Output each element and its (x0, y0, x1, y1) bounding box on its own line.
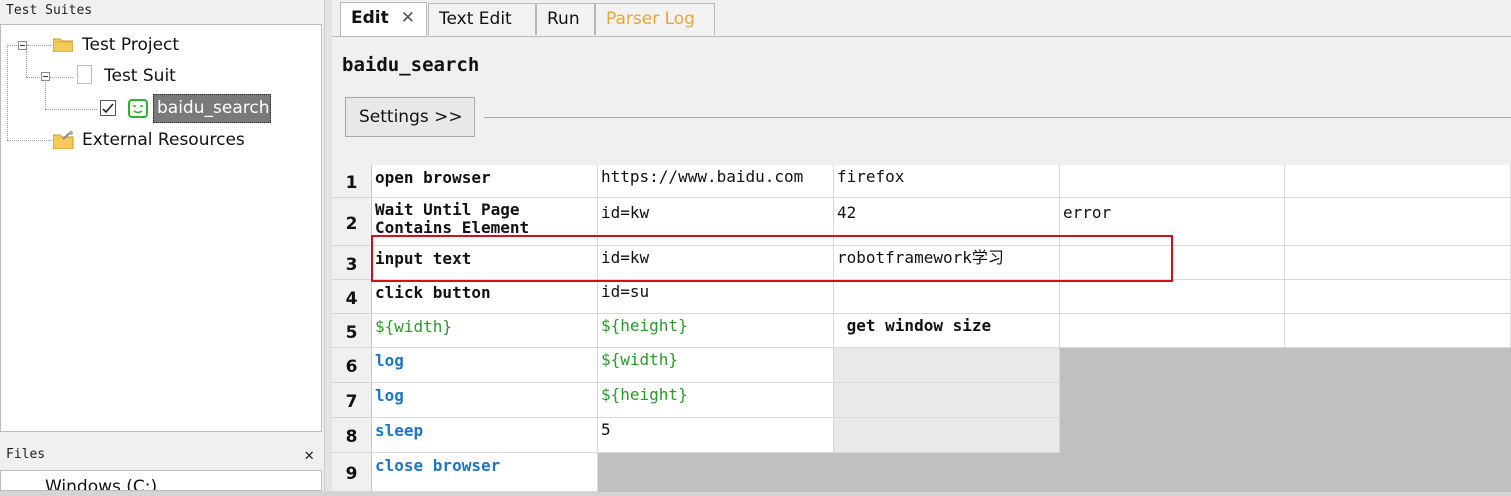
grid-cell[interactable]: input text (372, 246, 598, 280)
tree-line (45, 82, 46, 109)
grid-cell[interactable]: log (372, 383, 598, 418)
row-number[interactable]: 9 (332, 453, 372, 492)
grid-cell[interactable]: ${height} (598, 383, 834, 418)
tree-item-test-suit[interactable]: Test Suit (104, 64, 176, 88)
tree-line (7, 45, 17, 46)
panel-splitter[interactable] (324, 0, 332, 491)
tree-line (49, 77, 73, 78)
tree-item-baidu-search[interactable]: baidu_search (153, 94, 271, 123)
files-title: Files (6, 447, 46, 462)
grid-cell[interactable]: 5 (598, 418, 834, 453)
grid-cell[interactable] (834, 418, 1060, 453)
tree-line (7, 45, 8, 140)
files-header: Files ✕ (0, 441, 322, 469)
tree-item-test-project[interactable]: Test Project (82, 33, 179, 57)
grid-cell[interactable] (1285, 314, 1511, 348)
left-panel: Test Suites Test Project Test Suit Exter… (0, 0, 324, 491)
test-case-icon (128, 99, 148, 118)
grid-cell[interactable] (1060, 165, 1285, 198)
tab-run[interactable]: Run (536, 3, 595, 35)
grid-cell[interactable] (1285, 280, 1511, 314)
tree-item-external-resources[interactable]: External Resources (82, 128, 245, 152)
grid-cell[interactable]: ${height} (598, 314, 834, 348)
folder-icon (53, 38, 73, 52)
grid-cell[interactable]: ${width} (372, 314, 598, 348)
keyword-grid: 1 open browser https://www.baidu.com firefo… (332, 165, 1511, 492)
row-number[interactable]: 8 (332, 418, 372, 453)
grid-cell[interactable]: firefox (834, 165, 1060, 198)
grid-cell[interactable]: ${width} (598, 348, 834, 383)
grid-cell[interactable]: sleep (372, 418, 598, 453)
grid-cell[interactable]: id=kw (598, 198, 834, 246)
tree-line (26, 77, 40, 78)
file-icon (77, 65, 92, 84)
settings-divider (484, 117, 1511, 118)
tab-bar: Edit ✕ Text Edit Run Parser Log (332, 0, 1511, 36)
grid-cell[interactable]: id=su (598, 280, 834, 314)
tab-parser-log[interactable]: Parser Log (595, 3, 715, 35)
checkbox-icon[interactable] (100, 100, 116, 116)
test-suites-header: Test Suites (0, 0, 322, 24)
grid-cell[interactable] (1060, 280, 1285, 314)
grid-cell[interactable]: https://www.baidu.com (598, 165, 834, 198)
tab-edit-label: Edit (351, 8, 389, 28)
grid-cell[interactable] (834, 383, 1060, 418)
suite-tree[interactable]: Test Project Test Suit External Resource… (0, 24, 322, 432)
close-icon[interactable]: ✕ (304, 441, 314, 469)
expand-toggle-suite[interactable] (41, 72, 50, 81)
close-icon[interactable]: ✕ (401, 8, 415, 28)
expand-toggle-project[interactable] (18, 41, 27, 50)
grid-cell[interactable]: Wait Until Page Contains Element (372, 198, 598, 246)
row-number[interactable]: 7 (332, 383, 372, 418)
row-number[interactable]: 4 (332, 280, 372, 314)
right-panel: Edit ✕ Text Edit Run Parser Log baidu_sea… (332, 0, 1511, 492)
grid-cell[interactable] (1285, 165, 1511, 198)
grid-cell[interactable]: close browser (372, 453, 598, 492)
page-title: baidu_search (342, 54, 480, 76)
row-number[interactable]: 1 (332, 165, 372, 198)
grid-cell[interactable]: robotframework学习 (834, 246, 1060, 280)
grid-cell[interactable] (834, 280, 1060, 314)
grid-cell[interactable] (1285, 198, 1511, 246)
tree-line (45, 109, 97, 110)
tab-text-edit-label: Text Edit (439, 9, 512, 29)
files-item-windows-drive[interactable]: Windows (C:) (45, 477, 157, 490)
row-number[interactable]: 3 (332, 246, 372, 280)
tree-line (27, 45, 51, 46)
grid-cell[interactable]: open browser (372, 165, 598, 198)
grid-cell[interactable] (1060, 246, 1285, 280)
grid-cell[interactable] (834, 348, 1060, 383)
row-number[interactable]: 2 (332, 198, 372, 246)
files-panel[interactable]: Windows (C:) (0, 470, 322, 491)
row-number[interactable]: 6 (332, 348, 372, 383)
grid-cell[interactable]: error (1060, 198, 1285, 246)
grid-cell[interactable]: log (372, 348, 598, 383)
editor-pane: baidu_search Settings >> 1 open browser ht… (332, 36, 1511, 492)
grid-cell[interactable]: 42 (834, 198, 1060, 246)
settings-button[interactable]: Settings >> (345, 97, 475, 137)
grid-cell[interactable] (1285, 246, 1511, 280)
grid-cell[interactable]: get window size (834, 314, 1060, 348)
tab-run-label: Run (547, 9, 580, 29)
tab-parser-log-label: Parser Log (606, 9, 695, 29)
tab-edit[interactable]: Edit ✕ (340, 2, 427, 36)
tree-line (26, 51, 27, 77)
external-resources-icon (53, 131, 74, 149)
tab-text-edit[interactable]: Text Edit (428, 3, 536, 35)
grid-cell[interactable]: click button (372, 280, 598, 314)
tree-line (7, 140, 51, 141)
grid-cell[interactable]: id=kw (598, 246, 834, 280)
row-number[interactable]: 5 (332, 314, 372, 348)
grid-cell[interactable] (1060, 314, 1285, 348)
